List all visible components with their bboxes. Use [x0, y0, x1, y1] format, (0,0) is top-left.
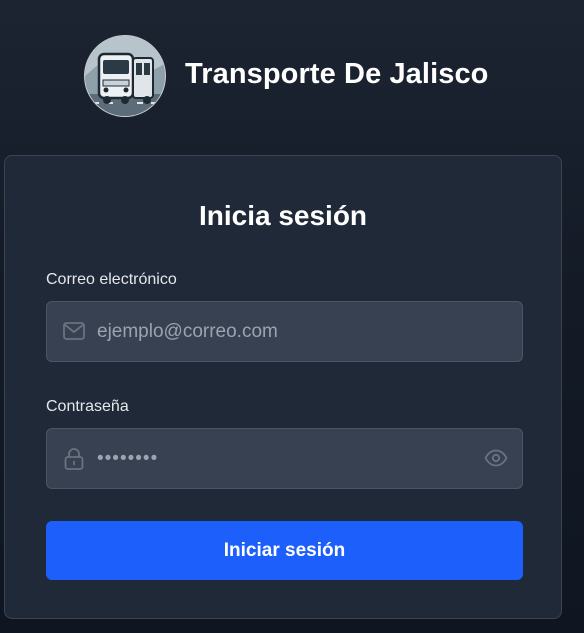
lock-icon	[64, 448, 84, 470]
password-input[interactable]	[97, 429, 477, 488]
password-field-box	[46, 428, 523, 489]
bus-logo-icon	[85, 36, 165, 116]
login-title: Inicia sesión	[198, 200, 368, 231]
brand-title: Transporte De Jalisco	[185, 58, 489, 90]
mail-icon	[63, 322, 85, 340]
password-label: Contraseña	[46, 398, 129, 415]
email-input[interactable]	[97, 302, 477, 361]
eye-icon[interactable]	[484, 449, 508, 467]
login-card: Inicia sesión Correo electrónico Contras…	[4, 155, 562, 619]
email-label: Correo electrónico	[46, 271, 177, 288]
login-submit-button[interactable]: Iniciar sesión	[46, 521, 523, 580]
email-field-box	[46, 301, 523, 362]
brand-header: Transporte De Jalisco	[0, 0, 584, 150]
